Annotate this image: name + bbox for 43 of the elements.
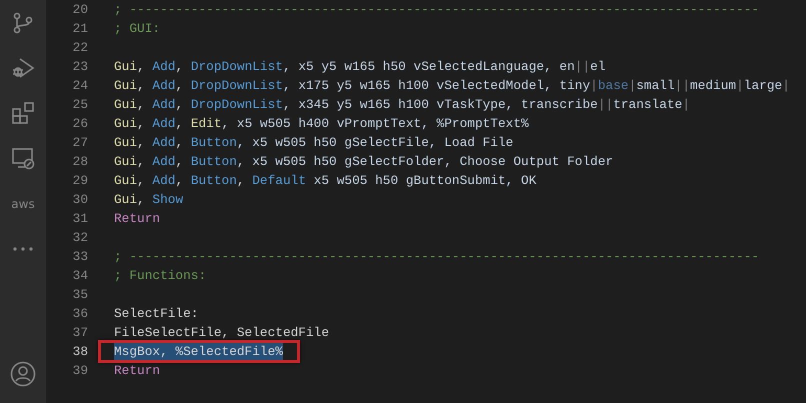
code-line: Gui, Add, DropDownList, x345 y5 w165 h100 vTaskType, transcribe||translate| [114,96,690,114]
line-number: 38 [72,343,88,361]
line-number: 32 [72,229,88,247]
code-line: Gui, Show [114,191,184,209]
line-number: 34 [72,267,88,285]
code-line: Gui, Add, Button, Default x5 w505 h50 gButtonSubmit, OK [114,172,536,190]
line-number: 22 [72,39,88,57]
code-line: SelectFile: [114,305,198,323]
remote-explorer-icon[interactable] [11,146,35,170]
line-number: 30 [72,191,88,209]
source-control-icon[interactable] [11,11,35,35]
line-number: 26 [72,115,88,133]
line-number: 25 [72,96,88,114]
line-number: 24 [72,77,88,95]
line-number: 29 [72,172,88,190]
code-line: ; GUI: [114,20,160,38]
code-line: Return [114,210,160,228]
code-line: ; ---------------------------------------------------------------------------------- [114,1,760,19]
code-line: Gui, Add, Button, x5 w505 h50 gSelectFolder, Choose Output Folder [114,153,614,171]
line-number: 37 [72,324,88,342]
extensions-icon[interactable] [11,101,35,125]
code-line: Gui, Add, Edit, x5 w505 h400 vPromptText, %PromptText% [114,115,529,133]
code-line: Gui, Add, DropDownList, x5 y5 w165 h50 vSelectedLanguage, en||el [114,58,606,76]
code-line: Return [114,362,160,380]
line-number: 23 [72,58,88,76]
code-line: Gui, Add, DropDownList, x175 y5 w165 h100 vSelectedModel, tiny|base|small||medium|large| [114,77,790,95]
line-number: 39 [72,362,88,380]
line-number: 27 [72,134,88,152]
line-number: 31 [72,210,88,228]
code-line: ; ---------------------------------------------------------------------------------- [114,248,760,266]
line-number: 20 [72,1,88,19]
code-line: FileSelectFile, SelectedFile [114,324,330,342]
line-number: 36 [72,305,88,323]
line-number: 33 [72,248,88,266]
aws-label[interactable]: aws [11,197,35,211]
code-line: ; Functions: [114,267,206,285]
code-line: Gui, Add, Button, x5 w505 h50 gSelectFile, Load File [114,134,514,152]
line-number: 21 [72,20,88,38]
line-number: 28 [72,153,88,171]
line-number: 35 [72,286,88,304]
more-icon[interactable] [12,246,34,252]
run-debug-icon[interactable] [11,56,35,80]
account-icon[interactable] [10,361,36,387]
